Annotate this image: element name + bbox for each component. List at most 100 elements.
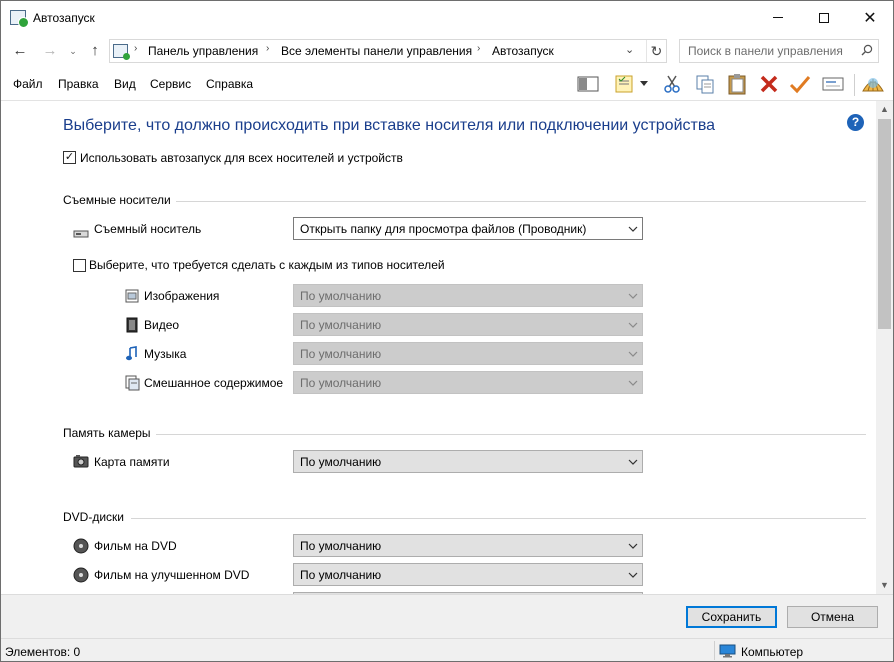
- chevron-down-icon: [628, 322, 638, 328]
- scroll-down-button[interactable]: ▼: [876, 577, 893, 594]
- memory-card-label: Карта памяти: [94, 455, 170, 469]
- search-input[interactable]: Поиск в панели управления: [679, 39, 879, 63]
- music-label: Музыка: [144, 347, 187, 361]
- search-placeholder: Поиск в панели управления: [688, 44, 843, 58]
- use-autoplay-label[interactable]: Использовать автозапуск для всех носител…: [80, 151, 403, 165]
- section-divider: [156, 434, 866, 435]
- per-type-label[interactable]: Выберите, что требуется сделать с каждым…: [89, 258, 445, 272]
- camera-section-title: Память камеры: [63, 426, 151, 440]
- chevron-down-icon: [628, 380, 638, 386]
- maximize-icon: [819, 12, 829, 23]
- shell-icon: [862, 78, 884, 92]
- address-dropdown-button[interactable]: ⌄: [625, 43, 634, 56]
- dvd-disc-icon: [73, 567, 89, 583]
- memory-card-select[interactable]: По умолчанию: [293, 450, 643, 473]
- pictures-label: Изображения: [144, 289, 220, 303]
- pictures-select[interactable]: По умолчанию: [293, 284, 643, 307]
- rename-button[interactable]: [820, 72, 846, 96]
- breadcrumb-separator[interactable]: ›: [477, 43, 480, 54]
- cut-button[interactable]: [659, 72, 685, 96]
- recent-locations-button[interactable]: ⌄: [63, 40, 83, 62]
- toolbar-separator: [854, 74, 855, 96]
- breadcrumb-autoplay[interactable]: Автозапуск: [492, 44, 554, 58]
- cut-icon: [664, 75, 680, 93]
- video-select[interactable]: По умолчанию: [293, 313, 643, 336]
- menu-tools[interactable]: Сервис: [150, 77, 191, 91]
- content-area: ? Выберите, что должно происходить при в…: [1, 101, 875, 594]
- refresh-button[interactable]: ↻: [646, 40, 666, 62]
- vertical-scrollbar[interactable]: ▲ ▼: [876, 101, 893, 594]
- minimize-button[interactable]: [755, 1, 801, 34]
- apply-button[interactable]: [787, 72, 813, 96]
- close-icon: ✕: [863, 9, 877, 27]
- status-bar: Элементов: 0 Компьютер: [1, 638, 893, 661]
- address-bar[interactable]: › Панель управления › Все элементы панел…: [109, 39, 667, 63]
- per-type-checkbox[interactable]: [73, 259, 86, 272]
- title-bar: Автозапуск ✕: [1, 1, 893, 35]
- chevron-down-icon: [628, 543, 638, 549]
- music-icon: [126, 346, 137, 361]
- mixed-content-select[interactable]: По умолчанию: [293, 371, 643, 394]
- properties-dropdown[interactable]: [637, 72, 651, 96]
- breadcrumb-separator[interactable]: ›: [266, 43, 269, 54]
- autoplay-app-icon: [10, 10, 29, 28]
- copy-button[interactable]: [692, 72, 718, 96]
- breadcrumb-all-items[interactable]: Все элементы панели управления: [281, 44, 472, 58]
- close-button[interactable]: ✕: [847, 1, 893, 34]
- cancel-button[interactable]: Отмена: [787, 606, 878, 628]
- use-autoplay-checkbox[interactable]: ✓: [63, 151, 76, 164]
- properties-button[interactable]: [611, 72, 637, 96]
- chevron-down-icon: [628, 351, 638, 357]
- paste-button[interactable]: [724, 72, 750, 96]
- maximize-button[interactable]: [801, 1, 847, 34]
- mixed-content-value: По умолчанию: [300, 376, 382, 390]
- apply-icon: [789, 76, 811, 94]
- menu-file[interactable]: Файл: [13, 77, 43, 91]
- video-value: По умолчанию: [300, 318, 382, 332]
- enhanced-dvd-select[interactable]: По умолчанию: [293, 563, 643, 586]
- breadcrumb-separator[interactable]: ›: [134, 43, 137, 54]
- music-select[interactable]: По умолчанию: [293, 342, 643, 365]
- copy-icon: [696, 75, 714, 94]
- video-label: Видео: [144, 318, 180, 332]
- delete-button[interactable]: [756, 72, 782, 96]
- removable-drive-icon: [73, 230, 89, 238]
- layout-pane-icon: [577, 76, 599, 92]
- removable-drive-select[interactable]: Открыть папку для просмотра файлов (Пров…: [293, 217, 643, 240]
- scrollbar-thumb[interactable]: [878, 119, 891, 329]
- dvd-movie-select[interactable]: По умолчанию: [293, 534, 643, 557]
- up-button[interactable]: ↑: [85, 40, 105, 62]
- rename-icon: [822, 77, 844, 91]
- removable-drive-label: Съемный носитель: [94, 222, 202, 236]
- shell-button[interactable]: [860, 72, 886, 96]
- computer-icon: [719, 644, 736, 658]
- scroll-up-button[interactable]: ▲: [876, 101, 893, 118]
- dvd-section-title: DVD-диски: [63, 510, 124, 524]
- layout-pane-button[interactable]: [575, 72, 601, 96]
- delete-icon: [760, 75, 778, 93]
- control-panel-icon: [113, 44, 130, 60]
- chevron-down-icon: [628, 293, 638, 299]
- removable-drive-value: Открыть папку для просмотра файлов (Пров…: [300, 222, 587, 236]
- menu-view[interactable]: Вид: [114, 77, 136, 91]
- breadcrumb-control-panel[interactable]: Панель управления: [148, 44, 258, 58]
- help-icon[interactable]: ?: [847, 114, 864, 131]
- dvd-movie-label: Фильм на DVD: [94, 539, 177, 553]
- menu-edit[interactable]: Правка: [58, 77, 99, 91]
- paste-icon: [728, 74, 746, 95]
- dropdown-arrow-icon: [640, 81, 648, 86]
- page-title: Выберите, что должно происходить при вст…: [63, 117, 716, 134]
- back-button[interactable]: ←: [10, 40, 30, 62]
- status-divider: [714, 641, 715, 660]
- items-count: Элементов: 0: [5, 645, 81, 659]
- mixed-content-icon: [125, 375, 140, 391]
- pictures-value: По умолчанию: [300, 289, 382, 303]
- menu-bar: Файл Правка Вид Сервис Справка: [1, 67, 893, 101]
- location-label: Компьютер: [741, 645, 804, 659]
- save-button[interactable]: Сохранить: [686, 606, 777, 628]
- menu-help[interactable]: Справка: [206, 77, 253, 91]
- pictures-icon: [125, 289, 139, 303]
- mixed-content-label: Смешанное содержимое: [144, 376, 284, 390]
- window-title: Автозапуск: [33, 11, 95, 25]
- forward-button[interactable]: →: [40, 40, 60, 62]
